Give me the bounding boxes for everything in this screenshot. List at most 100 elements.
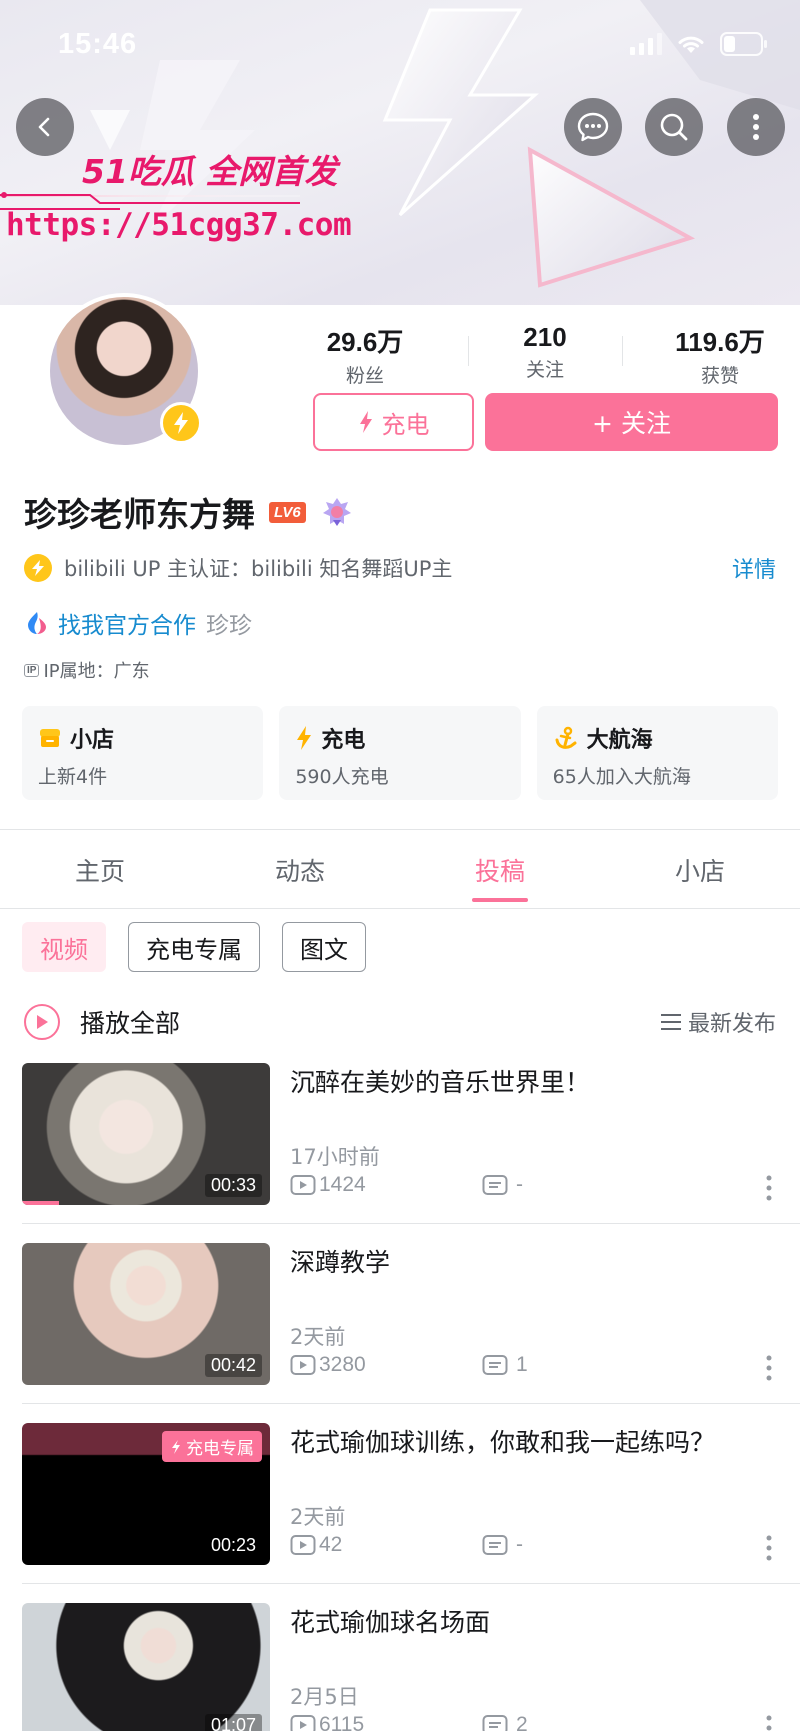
video-more-icon[interactable]: [766, 1535, 772, 1565]
tab-shop[interactable]: 小店: [600, 830, 800, 908]
video-title[interactable]: 花式瑜伽球训练，你敢和我一起练吗？: [290, 1423, 715, 1459]
detail-link[interactable]: 详情: [732, 552, 776, 584]
play-count-icon: [290, 1535, 316, 1555]
signal-icon: [630, 33, 662, 55]
back-button[interactable]: [16, 98, 74, 156]
tab-home[interactable]: 主页: [0, 830, 200, 908]
message-button[interactable]: [564, 98, 622, 156]
card-shop-sub: 上新4件: [38, 766, 108, 788]
video-title[interactable]: 沉醉在美妙的音乐世界里！: [290, 1063, 590, 1099]
cooperation-link[interactable]: 找我官方合作: [58, 606, 196, 640]
message-bubble-icon: [577, 112, 609, 142]
video-more-icon[interactable]: [766, 1715, 772, 1731]
medal-icon[interactable]: [320, 495, 354, 529]
video-thumbnail[interactable]: 00:42: [22, 1243, 270, 1385]
danmaku-icon: [482, 1535, 508, 1555]
play-all-label[interactable]: 播放全部: [80, 1004, 180, 1040]
video-time: 2天前: [290, 1325, 346, 1349]
stat-fans-value: 29.6万: [326, 327, 404, 357]
chevron-left-icon: [38, 117, 50, 137]
up-verified-badge: [160, 402, 202, 444]
ip-tag: IP: [24, 663, 40, 677]
status-bar: 15:46: [0, 0, 800, 90]
search-button[interactable]: [645, 98, 703, 156]
stat-following[interactable]: 210 关注: [470, 322, 620, 382]
video-time: 17小时前: [290, 1145, 380, 1169]
card-charge[interactable]: 充电 590人充电: [279, 706, 521, 800]
list-divider: [22, 1403, 800, 1404]
video-thumbnail[interactable]: 01:07: [22, 1603, 270, 1731]
video-danmaku: -: [516, 1533, 523, 1556]
video-duration: 00:33: [204, 1174, 262, 1197]
up-verification-row: bilibili UP 主认证：bilibili 知名舞蹈UP主 详情: [24, 552, 776, 584]
shop-icon: [40, 729, 60, 747]
card-guard[interactable]: 大航海 65人加入大航海: [536, 706, 778, 800]
more-button[interactable]: [727, 98, 785, 156]
level-badge: LV6: [269, 501, 306, 523]
tabs-divider: [0, 908, 800, 909]
card-guard-title: 大航海: [586, 728, 653, 753]
name-row: 珍珍老师东方舞 LV6: [24, 488, 354, 536]
sort-label: 最新发布: [687, 1012, 776, 1037]
list-divider: [22, 1583, 800, 1584]
tab-dynamic[interactable]: 动态: [200, 830, 400, 908]
video-views: 3280: [319, 1353, 366, 1376]
video-thumbnail[interactable]: 充电专属 00:23: [22, 1423, 270, 1565]
tab-uploads[interactable]: 投稿: [400, 830, 600, 908]
video-more-icon[interactable]: [766, 1355, 772, 1385]
profile-stats: 29.6万 粉丝 210 关注 119.6万 获赞: [290, 322, 790, 387]
user-name: 珍珍老师东方舞: [24, 495, 255, 534]
charge-button-label: 充电: [381, 410, 430, 439]
stat-following-label: 关注: [525, 359, 564, 381]
video-title[interactable]: 深蹲教学: [290, 1243, 390, 1279]
video-more-icon[interactable]: [766, 1175, 772, 1205]
stat-divider: [622, 336, 623, 366]
video-item[interactable]: 01:07 花式瑜伽球名场面 2月5日 6115 2: [22, 1603, 778, 1731]
video-views: 42: [319, 1533, 343, 1556]
video-time: 2月5日: [290, 1685, 359, 1709]
play-all-icon[interactable]: [24, 1004, 60, 1040]
filter-image-text[interactable]: 图文: [282, 922, 366, 972]
lightning-icon: [297, 726, 312, 750]
card-charge-sub: 590人充电: [295, 766, 389, 788]
video-meta: 3280 1: [290, 1353, 778, 1377]
watch-progress: [22, 1201, 60, 1205]
lightning-icon: [359, 411, 372, 433]
profile-tabs: 主页 动态 投稿 小店: [0, 830, 800, 908]
wifi-icon: [678, 36, 704, 53]
filter-video[interactable]: 视频: [22, 922, 106, 972]
video-title[interactable]: 花式瑜伽球名场面: [290, 1603, 490, 1639]
stat-likes-label: 获赞: [700, 365, 739, 387]
verified-lightning-icon: [24, 554, 52, 582]
video-thumbnail[interactable]: 00:33: [22, 1063, 270, 1205]
video-item[interactable]: 充电专属 00:23 花式瑜伽球训练，你敢和我一起练吗？ 2天前 42 -: [22, 1423, 778, 1565]
card-shop[interactable]: 小店 上新4件: [22, 706, 264, 800]
charge-button[interactable]: 充电: [313, 393, 474, 451]
card-guard-sub: 65人加入大航海: [552, 766, 691, 788]
cooperation-row[interactable]: 找我官方合作 珍珍: [24, 606, 252, 640]
more-vertical-icon: [753, 114, 759, 140]
danmaku-icon: [482, 1715, 508, 1731]
play-count-icon: [290, 1715, 316, 1731]
video-item[interactable]: 00:42 深蹲教学 2天前 3280 1: [22, 1243, 778, 1385]
video-duration: 00:23: [204, 1534, 262, 1557]
cooperation-logo-icon: [28, 612, 46, 634]
video-time: 2天前: [290, 1505, 346, 1529]
content-filters: 视频 充电专属 图文: [22, 922, 366, 972]
follow-button[interactable]: + 关注: [485, 393, 778, 451]
stat-fans[interactable]: 29.6万 粉丝: [290, 322, 440, 388]
cooperation-name: 珍珍: [206, 613, 252, 639]
battery-icon: [720, 32, 767, 56]
sort-button[interactable]: 最新发布: [660, 1006, 776, 1038]
list-divider: [22, 1223, 800, 1224]
stat-fans-label: 粉丝: [345, 365, 384, 387]
ip-location-row: IP IP属地：广东: [24, 657, 150, 683]
card-charge-title: 充电: [321, 728, 366, 753]
play-count-icon: [290, 1175, 316, 1195]
lightning-icon: [174, 412, 188, 434]
stat-following-value: 210: [523, 322, 567, 352]
filter-charge-exclusive[interactable]: 充电专属: [128, 922, 260, 972]
video-item[interactable]: 00:33 沉醉在美妙的音乐世界里！ 17小时前 1424 -: [22, 1063, 778, 1205]
video-danmaku: 1: [516, 1353, 528, 1376]
stat-likes[interactable]: 119.6万 获赞: [645, 322, 795, 388]
